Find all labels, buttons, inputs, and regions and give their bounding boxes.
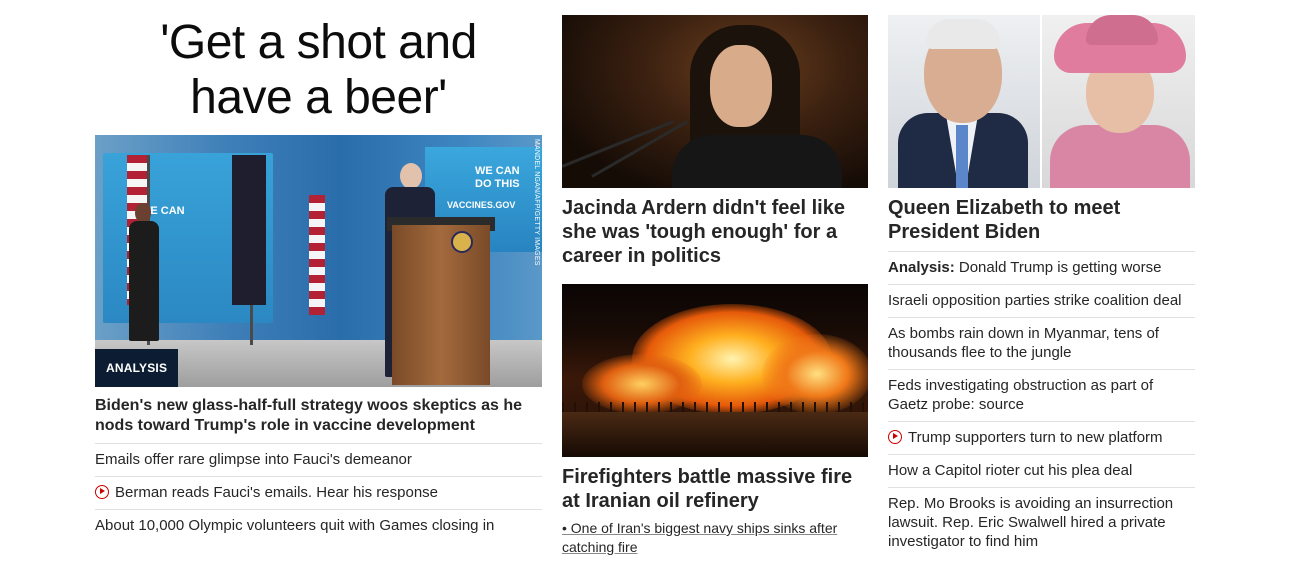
image-divider: [1040, 15, 1042, 188]
right-story-list: Analysis: Donald Trump is getting worse …: [888, 251, 1195, 558]
lead-story-headline[interactable]: Biden's new glass-half-full strategy woo…: [95, 396, 542, 436]
person-head: [135, 203, 151, 223]
list-item[interactable]: Berman reads Fauci's emails. Hear his re…: [95, 476, 542, 509]
list-item-text[interactable]: Israeli opposition parties strike coalit…: [888, 292, 1182, 309]
list-item-text[interactable]: Emails offer rare glimpse into Fauci's d…: [95, 451, 412, 468]
right-column: Queen Elizabeth to meet President Biden …: [888, 0, 1195, 558]
fire-headline[interactable]: Firefighters battle massive fire at Iran…: [562, 465, 868, 513]
screen-url: VACCINES.GOV: [447, 200, 516, 210]
list-item-text[interactable]: Berman reads Fauci's emails. Hear his re…: [115, 484, 438, 501]
list-item[interactable]: Feds investigating obstruction as part o…: [888, 369, 1195, 421]
tie: [956, 125, 968, 188]
list-item[interactable]: How a Capitol rioter cut his plea deal: [888, 454, 1195, 487]
list-item[interactable]: Trump supporters turn to new platform: [888, 421, 1195, 454]
list-item-text[interactable]: Trump supporters turn to new platform: [908, 429, 1163, 446]
speaker-head: [400, 163, 422, 189]
play-icon: [888, 430, 902, 444]
standing-person: [129, 221, 159, 341]
photo-credit: MANDEL NGAN/AFP/GETTY IMAGES: [533, 139, 540, 266]
analysis-badge: ANALYSIS: [95, 349, 179, 387]
biden-queen-image[interactable]: [888, 15, 1195, 188]
analysis-label: Analysis:: [888, 259, 955, 276]
main-headline-line-1[interactable]: 'Get a shot and: [95, 15, 542, 70]
ardern-headline[interactable]: Jacinda Ardern didn't feel like she was …: [562, 196, 868, 268]
presidential-seal-icon: [451, 231, 473, 253]
list-item[interactable]: About 10,000 Olympic volunteers quit wit…: [95, 509, 542, 542]
fire-subnote-text[interactable]: • One of Iran's biggest navy ships sinks…: [562, 520, 837, 555]
queen-photo: [1042, 15, 1195, 188]
fire-subnote[interactable]: • One of Iran's biggest navy ships sinks…: [562, 519, 868, 557]
refinery-fire-image[interactable]: [562, 284, 868, 457]
screen-slogan-1: WE CAN: [475, 165, 520, 177]
us-flag: [309, 195, 325, 315]
person-body: [672, 135, 842, 188]
list-item-text[interactable]: As bombs rain down in Myanmar, tens of t…: [888, 325, 1159, 361]
list-item[interactable]: As bombs rain down in Myanmar, tens of t…: [888, 317, 1195, 369]
list-item-text[interactable]: About 10,000 Olympic volunteers quit wit…: [95, 517, 494, 534]
presidential-flag: [232, 155, 266, 305]
biden-photo: [888, 15, 1041, 188]
person-hair: [926, 19, 1000, 49]
podium: [392, 225, 490, 385]
left-column: 'Get a shot and have a beer' WE CAN WE C…: [95, 0, 542, 542]
list-item-text[interactable]: Feds investigating obstruction as part o…: [888, 377, 1153, 413]
middle-column: Jacinda Ardern didn't feel like she was …: [562, 0, 868, 557]
screen-slogan-2: DO THIS: [475, 178, 520, 190]
person-face: [710, 45, 772, 127]
play-icon: [95, 485, 109, 499]
queen-headline[interactable]: Queen Elizabeth to meet President Biden: [888, 196, 1195, 244]
list-item[interactable]: Israeli opposition parties strike coalit…: [888, 284, 1195, 317]
ardern-image[interactable]: [562, 15, 868, 188]
list-item[interactable]: Emails offer rare glimpse into Fauci's d…: [95, 443, 542, 476]
main-headline-line-2[interactable]: have a beer': [95, 70, 542, 125]
list-item-text[interactable]: How a Capitol rioter cut his plea deal: [888, 462, 1132, 479]
list-item[interactable]: Analysis: Donald Trump is getting worse: [888, 251, 1195, 284]
hat-crown: [1086, 15, 1158, 45]
list-item-text[interactable]: Rep. Mo Brooks is avoiding an insurrecti…: [888, 495, 1173, 550]
main-headline[interactable]: 'Get a shot and have a beer': [95, 15, 542, 135]
list-item-text[interactable]: Donald Trump is getting worse: [955, 259, 1162, 276]
list-item[interactable]: Rep. Mo Brooks is avoiding an insurrecti…: [888, 487, 1195, 558]
pink-coat: [1050, 125, 1190, 188]
ground: [562, 412, 868, 457]
left-story-list: Emails offer rare glimpse into Fauci's d…: [95, 443, 542, 542]
biden-podium-image[interactable]: WE CAN WE CAN DO THIS VACCINES.GOV MANDE…: [95, 135, 542, 387]
